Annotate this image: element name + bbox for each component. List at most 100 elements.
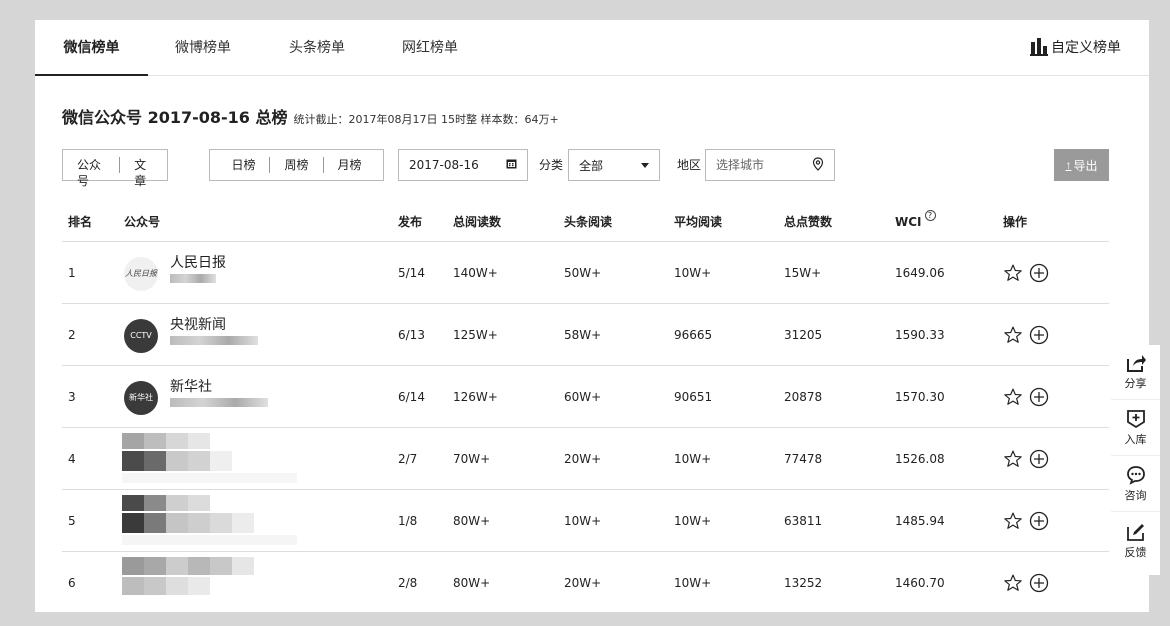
cell-head-read: 58W+ <box>564 328 602 342</box>
cell-total-read: 80W+ <box>453 514 491 528</box>
cell-avg-read: 90651 <box>674 390 713 404</box>
cell-rank: 6 <box>68 576 76 590</box>
cell-publish: 6/14 <box>398 390 425 404</box>
table-row: 3 新华社 新华社 6/14 126W+ 60W+ 90651 20878 1570.30 <box>62 366 1109 428</box>
cell-wci: 1485.94 <box>895 514 945 528</box>
table-row: 6 2/8 80W+ 20W+ 10W+ 13252 1460.70 <box>62 552 1109 612</box>
cell-publish: 2/8 <box>398 576 418 590</box>
blurred-account-id <box>170 336 258 345</box>
upload-icon: ↑ <box>1065 158 1072 172</box>
cell-total-read: 140W+ <box>453 266 498 280</box>
star-icon[interactable] <box>1003 511 1023 531</box>
cell-wci: 1649.06 <box>895 266 945 280</box>
category-select[interactable]: 全部 <box>568 149 660 181</box>
cell-ops <box>1003 242 1049 304</box>
help-icon[interactable]: ? <box>924 210 936 221</box>
cell-rank: 5 <box>68 514 76 528</box>
region-label: 地区 <box>677 158 702 172</box>
cell-ops <box>1003 366 1049 428</box>
ranking-card: 微信榜单 微博榜单 头条榜单 网红榜单 自定义榜单 微信公众号 2017-08-… <box>35 20 1149 612</box>
cell-likes: 77478 <box>784 452 823 466</box>
header-publish: 发布 <box>398 215 423 229</box>
cell-head-read: 10W+ <box>564 514 602 528</box>
feedback-button[interactable]: 反馈 <box>1111 513 1160 568</box>
region-picker <box>705 149 835 181</box>
header-total-read: 总阅读数 <box>453 215 502 229</box>
add-circle-icon[interactable] <box>1029 449 1049 469</box>
ranking-tabs: 微信榜单 微博榜单 头条榜单 网红榜单 自定义榜单 <box>35 20 1149 76</box>
export-button[interactable]: ↑ 导出 <box>1054 149 1109 181</box>
cell-avg-read: 10W+ <box>674 576 712 590</box>
feedback-label: 反馈 <box>1124 545 1147 559</box>
account-name: 央视新闻 <box>170 317 226 333</box>
period-switch: 日榜 周榜 月榜 <box>209 149 384 181</box>
add-to-library-label: 入库 <box>1124 433 1147 446</box>
cell-head-read: 60W+ <box>564 390 602 404</box>
bar-chart-icon <box>1030 38 1048 56</box>
date-picker[interactable]: 2017-08-16 <box>398 149 528 181</box>
share-button[interactable]: 分享 <box>1111 345 1160 400</box>
avatar: 人民日报 <box>124 257 158 291</box>
cell-ops <box>1003 552 1049 612</box>
type-switch: 公众号 文章 <box>62 149 168 188</box>
category-label: 分类 <box>539 158 564 172</box>
cell-avg-read: 96665 <box>674 328 713 342</box>
wci-label: WCI <box>895 215 922 229</box>
avatar: 新华社 <box>124 381 158 415</box>
type-article-button[interactable]: 文章 <box>119 157 167 188</box>
period-weekly-button[interactable]: 周榜 <box>269 157 322 173</box>
region-input[interactable] <box>716 158 796 172</box>
cell-rank: 4 <box>68 452 76 466</box>
consult-label: 咨询 <box>1124 489 1147 502</box>
header-rank: 排名 <box>68 215 93 229</box>
cell-total-read: 125W+ <box>453 328 498 342</box>
tab-toutiao[interactable]: 头条榜单 <box>277 20 357 76</box>
add-circle-icon[interactable] <box>1029 573 1049 593</box>
add-circle-icon[interactable] <box>1029 387 1049 407</box>
tab-wechat[interactable]: 微信榜单 <box>35 20 148 76</box>
page-frame: 微信榜单 微博榜单 头条榜单 网红榜单 自定义榜单 微信公众号 2017-08-… <box>13 0 1163 612</box>
star-icon[interactable] <box>1003 325 1023 345</box>
tab-weibo[interactable]: 微博榜单 <box>163 20 243 76</box>
cell-likes: 13252 <box>784 576 823 590</box>
cell-head-read: 20W+ <box>564 576 602 590</box>
star-icon[interactable] <box>1003 263 1023 283</box>
period-monthly-button[interactable]: 月榜 <box>322 157 376 173</box>
location-pin-icon <box>812 156 824 174</box>
add-circle-icon[interactable] <box>1029 511 1049 531</box>
star-icon[interactable] <box>1003 449 1023 469</box>
cell-likes: 31205 <box>784 328 823 342</box>
cell-head-read: 20W+ <box>564 452 602 466</box>
period-daily-button[interactable]: 日榜 <box>217 157 269 173</box>
header-likes: 总点赞数 <box>784 215 833 229</box>
table-row: 4 2/7 70W+ 20W+ 10W+ 77478 1526.08 <box>62 428 1109 490</box>
custom-rank-link[interactable]: 自定义榜单 <box>1030 20 1121 76</box>
table-row: 5 1/8 80W+ 10W+ 10W+ 63811 1485.94 <box>62 490 1109 552</box>
avatar: CCTV <box>124 319 158 353</box>
header-account: 公众号 <box>124 215 161 229</box>
cell-wci: 1526.08 <box>895 452 945 466</box>
cell-avg-read: 10W+ <box>674 452 712 466</box>
cell-rank: 2 <box>68 328 76 342</box>
cell-ops <box>1003 490 1049 552</box>
star-icon[interactable] <box>1003 387 1023 407</box>
add-to-library-button[interactable]: 入库 <box>1111 401 1160 456</box>
add-circle-icon[interactable] <box>1029 325 1049 345</box>
blurred-account-id <box>170 274 216 283</box>
add-circle-icon[interactable] <box>1029 263 1049 283</box>
tab-influencer[interactable]: 网红榜单 <box>390 20 470 76</box>
custom-rank-label: 自定义榜单 <box>1051 40 1121 56</box>
consult-button[interactable]: 咨询 <box>1111 457 1160 512</box>
account-name: 新华社 <box>170 379 212 395</box>
ranking-title: 微信公众号 2017-08-16 总榜 统计截止：2017年08月17日 15时… <box>62 104 559 128</box>
header-ops: 操作 <box>1003 215 1028 229</box>
star-icon[interactable] <box>1003 573 1023 593</box>
page-title: 微信公众号 2017-08-16 总榜 <box>62 108 288 127</box>
cell-rank: 3 <box>68 390 76 404</box>
cell-likes: 20878 <box>784 390 823 404</box>
side-toolbar: 分享 入库 咨询 反馈 <box>1111 345 1160 575</box>
cell-total-read: 126W+ <box>453 390 498 404</box>
header-avg-read: 平均阅读 <box>674 215 723 229</box>
cell-avg-read: 10W+ <box>674 514 712 528</box>
type-account-button[interactable]: 公众号 <box>63 157 119 188</box>
